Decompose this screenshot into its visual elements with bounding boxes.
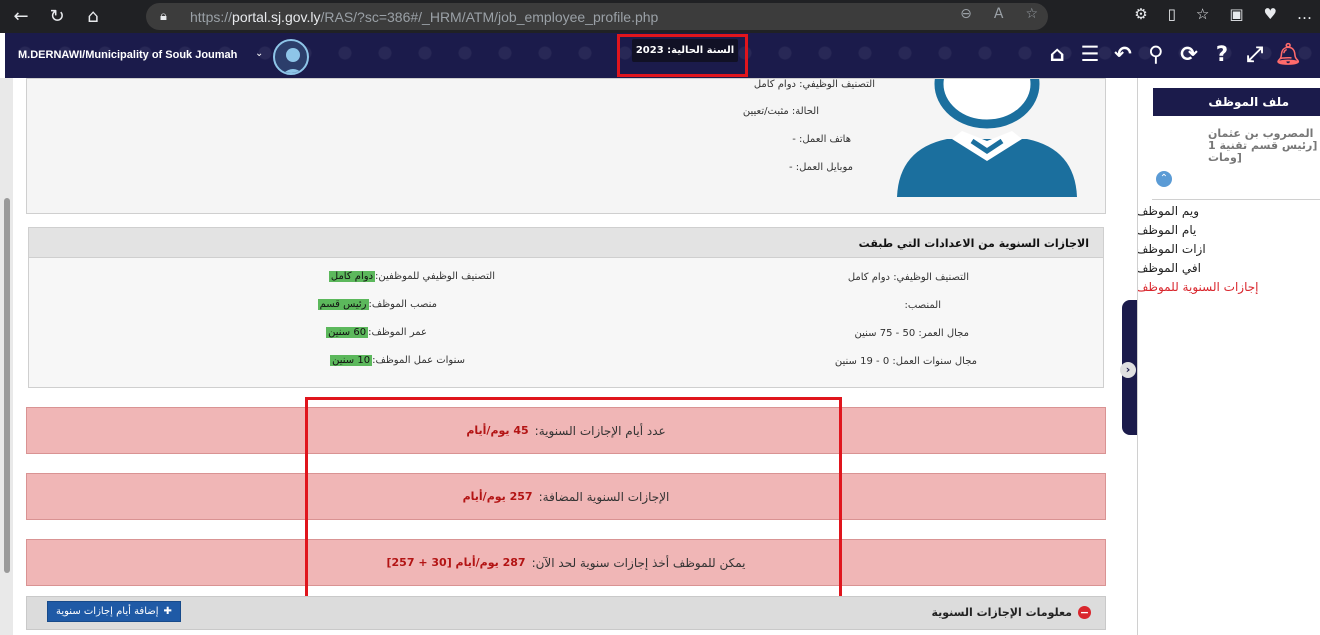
home-icon[interactable]: ⌂	[1045, 41, 1069, 67]
chevron-right-icon[interactable]: ›	[1120, 362, 1136, 378]
work-mobile-text: موبايل العمل: -	[788, 162, 853, 173]
collapse-minus-icon[interactable]: −	[1078, 606, 1091, 619]
search-icon[interactable]: ⚲	[1144, 41, 1168, 67]
sidebar-item-leaves[interactable]: ازات الموظف	[1138, 242, 1319, 256]
sidebar-item-net[interactable]: افي الموظف	[1138, 261, 1319, 275]
annual-leave-info-section: − معلومات الإجازات السنوية ✚ إضافة أيام …	[26, 596, 1106, 630]
employee-profile-card: التصنيف الوظيفي: دوام كامل الحالة: مثبت/…	[26, 78, 1106, 214]
favorites-icon[interactable]: ☆	[1196, 5, 1209, 23]
notification-bell-icon[interactable]: 🔔︎	[1275, 41, 1302, 67]
help-icon[interactable]: ?	[1210, 41, 1234, 67]
info-section-title[interactable]: − معلومات الإجازات السنوية	[931, 606, 1091, 619]
add-button-label: إضافة أيام إجازات سنوية	[56, 606, 159, 617]
right-sidebar: ملف الموظف المصروب بن عثمان [رئيس قسم تق…	[1137, 78, 1320, 635]
back-arrow-icon[interactable]: ←	[6, 2, 36, 32]
refresh-icon[interactable]: ↻	[42, 2, 72, 32]
employee-age: عمر الموظف:60 سنين	[326, 327, 427, 338]
sync-icon[interactable]: ⟳	[1177, 41, 1201, 67]
sidebar-header: ملف الموظف	[1153, 88, 1320, 116]
rule-position: المنصب:	[904, 300, 941, 311]
chevron-down-icon[interactable]: ⌄	[255, 48, 263, 59]
rule-service-range: مجال سنوات العمل: 0 - 19 سنين	[834, 356, 977, 367]
undo-back-icon[interactable]: ↶	[1111, 41, 1135, 67]
info-section-title-text: معلومات الإجازات السنوية	[931, 606, 1072, 619]
sidebar-item-days[interactable]: يام الموظف	[1138, 223, 1319, 237]
app-header: M.DERNAWI/Municipality of Souk Joumah ⌄ …	[5, 33, 1320, 78]
sidebar-divider	[1152, 199, 1320, 200]
employee-service-years: سنوات عمل الموظف:10 سنين	[330, 355, 465, 366]
highlight-box-summary	[305, 397, 842, 601]
lock-icon: 🔒︎	[160, 9, 167, 24]
read-aloud-icon[interactable]: A	[994, 6, 1004, 22]
extensions-icon[interactable]: ⚙	[1134, 5, 1147, 23]
more-menu-icon[interactable]: …	[1297, 5, 1312, 23]
work-phone-text: هاتف العمل: -	[792, 134, 851, 145]
add-annual-leave-days-button[interactable]: ✚ إضافة أيام إجازات سنوية	[47, 601, 181, 622]
chevron-up-icon[interactable]: ⌃	[1156, 171, 1172, 187]
sidebar-item-annual-leave[interactable]: إجازات السنوية للموظف	[1138, 280, 1319, 294]
plus-icon: ✚	[163, 606, 172, 617]
avatar[interactable]	[273, 39, 309, 75]
page-scrollbar[interactable]	[0, 78, 13, 635]
rule-age-range: مجال العمر: 50 - 75 سنين	[854, 328, 969, 339]
fullscreen-icon[interactable]: ⤢	[1243, 41, 1267, 67]
rules-panel-title: الاجازات السنوية من الاعدادات التي طبقت	[858, 237, 1089, 250]
scrollbar-thumb[interactable]	[4, 198, 10, 573]
collections-icon[interactable]: ▣	[1229, 5, 1243, 23]
split-screen-icon[interactable]: ▯	[1168, 5, 1176, 23]
rule-classification: التصنيف الوظيفي: دوام كامل	[847, 272, 969, 283]
classification-text: التصنيف الوظيفي: دوام كامل	[753, 79, 875, 90]
list-menu-icon[interactable]: ☰	[1078, 41, 1102, 67]
rules-panel-header: الاجازات السنوية من الاعدادات التي طبقت	[29, 228, 1103, 258]
browser-toolbar: ← ↻ ⌂ 🔒︎ https://portal.sj.gov.ly/RAS/?s…	[0, 0, 1320, 33]
health-icon[interactable]: ♥	[1264, 5, 1277, 23]
employee-classification: التصنيف الوظيفي للموظفين:دوام كامل	[328, 271, 495, 282]
zoom-icon[interactable]: ⊖	[960, 6, 972, 22]
url-text: https://portal.sj.gov.ly/RAS/?sc=386#/_H…	[190, 8, 659, 25]
favorite-star-icon[interactable]: ☆	[1025, 6, 1038, 22]
status-text: الحالة: مثبت/تعيين	[742, 106, 819, 117]
current-year-badge: السنة الحالية: 2023	[632, 39, 738, 62]
employee-position: منصب الموظف:رئيس قسم	[317, 299, 437, 310]
employee-photo-placeholder	[897, 79, 1077, 197]
address-bar[interactable]: 🔒︎ https://portal.sj.gov.ly/RAS/?sc=386#…	[146, 3, 1048, 30]
sidebar-item-evaluation[interactable]: ويم الموظف	[1138, 204, 1319, 218]
user-menu-label[interactable]: M.DERNAWI/Municipality of Souk Joumah	[18, 49, 237, 61]
sidebar-employee-name: المصروب بن عثمان [رئيس قسم تقنية 1 [ومات	[1208, 127, 1318, 164]
home-icon[interactable]: ⌂	[78, 2, 108, 32]
applied-rules-panel: الاجازات السنوية من الاعدادات التي طبقت …	[28, 227, 1104, 388]
